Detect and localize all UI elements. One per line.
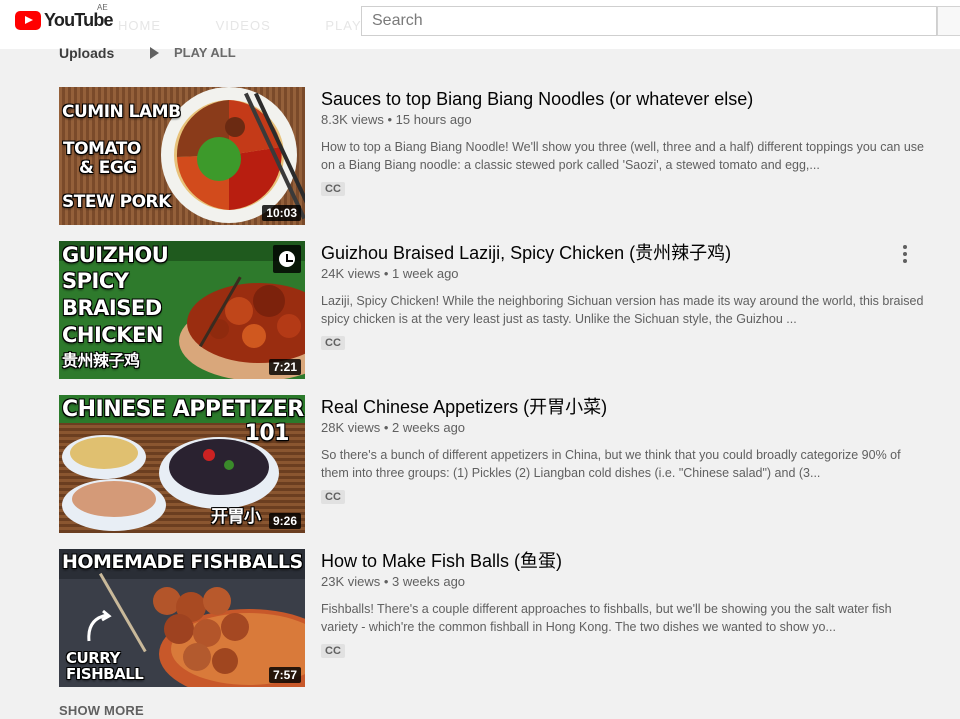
video-description: How to top a Biang Biang Noodle! We'll s…: [321, 140, 924, 172]
search-input[interactable]: [362, 7, 936, 35]
thumbnail-text: SPICY: [62, 269, 129, 293]
video-title[interactable]: Guizhou Braised Laziji, Spicy Chicken (贵…: [321, 241, 931, 265]
video-duration: 7:57: [268, 667, 301, 683]
upload-age: 2 weeks ago: [392, 420, 466, 435]
thumbnail-text: HOMEMADE FISHBALLS: [62, 551, 303, 573]
upload-age: 15 hours ago: [395, 112, 472, 127]
thumbnail-text: GUIZHOU: [62, 243, 169, 267]
watch-later-icon[interactable]: [273, 245, 301, 273]
video-info: Real Chinese Appetizers (开胃小菜) 28K views…: [321, 395, 931, 505]
play-all-label: PLAY ALL: [174, 45, 236, 60]
video-description: Laziji, Spicy Chicken! While the neighbo…: [321, 294, 924, 326]
video-thumbnail[interactable]: CUMIN LAMB TOMATO & EGG STEW PORK 10:03: [59, 87, 305, 225]
video-metadata: 28K views • 2 weeks ago: [321, 420, 466, 435]
more-actions-icon[interactable]: [903, 245, 907, 263]
video-thumbnail[interactable]: CHINESE APPETIZER 101 开胃小 9:26: [59, 395, 305, 533]
masthead: YouTube AE HOME VIDEOS PLAYLISTS: [0, 0, 960, 49]
thumbnail-text: 贵州辣子鸡: [62, 351, 140, 370]
video-description: So there's a bunch of different appetize…: [321, 448, 901, 480]
video-title[interactable]: Sauces to top Biang Biang Noodles (or wh…: [321, 87, 931, 111]
play-icon: [150, 46, 159, 59]
video-row: HOMEMADE FISHBALLS CURRY FISHBALL 7:57 H…: [59, 549, 939, 687]
video-metadata: 24K views • 1 week ago: [321, 266, 459, 281]
video-info: Sauces to top Biang Biang Noodles (or wh…: [321, 87, 931, 197]
thumbnail-text: CUMIN LAMB: [62, 102, 181, 122]
video-duration: 9:26: [268, 513, 301, 529]
video-duration: 10:03: [262, 205, 301, 221]
video-description: Fishballs! There's a couple different ap…: [321, 602, 892, 634]
search-box: [361, 6, 937, 36]
region-code: AE: [97, 3, 108, 12]
video-row: GUIZHOU SPICY BRAISED CHICKEN 贵州辣子鸡 7:21…: [59, 241, 939, 379]
thumbnail-text: CHICKEN: [62, 323, 163, 347]
upload-age: 3 weeks ago: [392, 574, 466, 589]
logo-wordmark: YouTube: [44, 10, 114, 30]
view-count: 24K views: [321, 266, 381, 281]
video-metadata: 23K views • 3 weeks ago: [321, 574, 466, 589]
cc-badge: CC: [321, 644, 345, 658]
upload-age: 1 week ago: [392, 266, 459, 281]
cc-badge: CC: [321, 490, 345, 504]
cc-badge: CC: [321, 336, 345, 350]
play-logo-icon: [15, 11, 41, 30]
video-duration: 7:21: [268, 359, 301, 375]
youtube-logo[interactable]: YouTube: [15, 10, 114, 31]
video-thumbnail[interactable]: HOMEMADE FISHBALLS CURRY FISHBALL 7:57: [59, 549, 305, 687]
search-button[interactable]: [937, 6, 960, 36]
show-more-button[interactable]: SHOW MORE: [59, 703, 144, 718]
tab-home[interactable]: HOME: [118, 18, 161, 33]
thumbnail-text: & EGG: [79, 158, 137, 178]
video-title[interactable]: How to Make Fish Balls (鱼蛋): [321, 549, 931, 573]
thumbnail-text: FISHBALL: [66, 665, 144, 683]
video-info: Guizhou Braised Laziji, Spicy Chicken (贵…: [321, 241, 931, 351]
thumbnail-text: CURRY: [66, 649, 120, 667]
video-metadata: 8.3K views • 15 hours ago: [321, 112, 472, 127]
tab-videos[interactable]: VIDEOS: [216, 18, 271, 33]
view-count: 23K views: [321, 574, 381, 589]
thumbnail-text: BRAISED: [62, 296, 162, 320]
view-count: 28K views: [321, 420, 381, 435]
thumbnail-text: STEW PORK: [62, 192, 171, 212]
thumbnail-text: 开胃小: [211, 507, 261, 527]
uploads-title: Uploads: [59, 45, 115, 61]
thumbnail-text: 101: [244, 421, 290, 446]
play-all-button[interactable]: PLAY ALL: [150, 45, 236, 60]
video-row: CUMIN LAMB TOMATO & EGG STEW PORK 10:03 …: [59, 87, 939, 225]
video-thumbnail[interactable]: GUIZHOU SPICY BRAISED CHICKEN 贵州辣子鸡 7:21: [59, 241, 305, 379]
view-count: 8.3K views: [321, 112, 384, 127]
video-row: CHINESE APPETIZER 101 开胃小 9:26 Real Chin…: [59, 395, 939, 533]
video-info: How to Make Fish Balls (鱼蛋) 23K views • …: [321, 549, 931, 659]
thumbnail-text: CHINESE APPETIZER: [62, 397, 304, 422]
cc-badge: CC: [321, 182, 345, 196]
thumbnail-text: TOMATO: [63, 139, 141, 159]
video-title[interactable]: Real Chinese Appetizers (开胃小菜): [321, 395, 931, 419]
